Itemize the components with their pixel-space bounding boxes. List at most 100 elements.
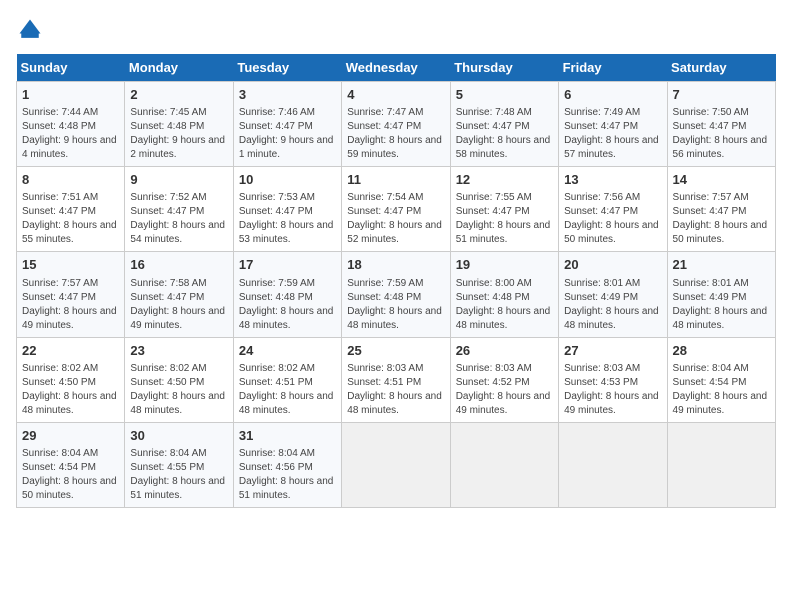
sunrise-info: Sunrise: 7:54 AM [347, 192, 423, 203]
calendar-day-cell: 12 Sunrise: 7:55 AM Sunset: 4:47 PM Dayl… [450, 167, 558, 252]
sunset-info: Sunset: 4:54 PM [673, 377, 747, 388]
calendar-day-cell: 28 Sunrise: 8:04 AM Sunset: 4:54 PM Dayl… [667, 337, 775, 422]
day-number: 23 [130, 342, 227, 360]
sunset-info: Sunset: 4:48 PM [347, 292, 421, 303]
daylight-info: Daylight: 8 hours and 49 minutes. [564, 391, 659, 416]
calendar-week-row: 29 Sunrise: 8:04 AM Sunset: 4:54 PM Dayl… [17, 422, 776, 507]
sunset-info: Sunset: 4:56 PM [239, 462, 313, 473]
daylight-info: Daylight: 8 hours and 48 minutes. [456, 306, 551, 331]
sunset-info: Sunset: 4:47 PM [239, 121, 313, 132]
calendar-day-cell: 6 Sunrise: 7:49 AM Sunset: 4:47 PM Dayli… [559, 82, 667, 167]
weekday-header: Thursday [450, 54, 558, 82]
day-number: 1 [22, 86, 119, 104]
day-number: 5 [456, 86, 553, 104]
sunset-info: Sunset: 4:54 PM [22, 462, 96, 473]
day-number: 21 [673, 256, 770, 274]
daylight-info: Daylight: 8 hours and 51 minutes. [456, 220, 551, 245]
daylight-info: Daylight: 8 hours and 50 minutes. [22, 476, 117, 501]
sunset-info: Sunset: 4:48 PM [456, 292, 530, 303]
sunrise-info: Sunrise: 8:00 AM [456, 278, 532, 289]
calendar-day-cell: 15 Sunrise: 7:57 AM Sunset: 4:47 PM Dayl… [17, 252, 125, 337]
day-number: 13 [564, 171, 661, 189]
sunrise-info: Sunrise: 8:03 AM [347, 363, 423, 374]
sunset-info: Sunset: 4:51 PM [239, 377, 313, 388]
day-number: 18 [347, 256, 444, 274]
day-number: 9 [130, 171, 227, 189]
sunrise-info: Sunrise: 7:59 AM [347, 278, 423, 289]
daylight-info: Daylight: 8 hours and 49 minutes. [22, 306, 117, 331]
sunset-info: Sunset: 4:52 PM [456, 377, 530, 388]
calendar-day-cell: 3 Sunrise: 7:46 AM Sunset: 4:47 PM Dayli… [233, 82, 341, 167]
weekday-header: Friday [559, 54, 667, 82]
sunrise-info: Sunrise: 7:51 AM [22, 192, 98, 203]
daylight-info: Daylight: 8 hours and 57 minutes. [564, 135, 659, 160]
day-number: 3 [239, 86, 336, 104]
day-number: 29 [22, 427, 119, 445]
daylight-info: Daylight: 8 hours and 51 minutes. [239, 476, 334, 501]
weekday-header: Wednesday [342, 54, 450, 82]
day-number: 7 [673, 86, 770, 104]
calendar-day-cell: 14 Sunrise: 7:57 AM Sunset: 4:47 PM Dayl… [667, 167, 775, 252]
daylight-info: Daylight: 8 hours and 56 minutes. [673, 135, 768, 160]
daylight-info: Daylight: 8 hours and 51 minutes. [130, 476, 225, 501]
sunset-info: Sunset: 4:47 PM [456, 121, 530, 132]
day-number: 2 [130, 86, 227, 104]
sunrise-info: Sunrise: 7:58 AM [130, 278, 206, 289]
sunset-info: Sunset: 4:48 PM [130, 121, 204, 132]
day-number: 16 [130, 256, 227, 274]
calendar-week-row: 22 Sunrise: 8:02 AM Sunset: 4:50 PM Dayl… [17, 337, 776, 422]
calendar-table: SundayMondayTuesdayWednesdayThursdayFrid… [16, 54, 776, 508]
calendar-week-row: 1 Sunrise: 7:44 AM Sunset: 4:48 PM Dayli… [17, 82, 776, 167]
calendar-day-cell: 22 Sunrise: 8:02 AM Sunset: 4:50 PM Dayl… [17, 337, 125, 422]
sunrise-info: Sunrise: 8:02 AM [239, 363, 315, 374]
day-number: 30 [130, 427, 227, 445]
day-number: 17 [239, 256, 336, 274]
sunrise-info: Sunrise: 8:03 AM [564, 363, 640, 374]
day-number: 31 [239, 427, 336, 445]
sunrise-info: Sunrise: 7:52 AM [130, 192, 206, 203]
sunrise-info: Sunrise: 8:03 AM [456, 363, 532, 374]
day-number: 6 [564, 86, 661, 104]
sunrise-info: Sunrise: 7:59 AM [239, 278, 315, 289]
day-number: 4 [347, 86, 444, 104]
sunset-info: Sunset: 4:49 PM [564, 292, 638, 303]
sunrise-info: Sunrise: 7:57 AM [673, 192, 749, 203]
sunrise-info: Sunrise: 7:47 AM [347, 107, 423, 118]
daylight-info: Daylight: 8 hours and 48 minutes. [673, 306, 768, 331]
daylight-info: Daylight: 8 hours and 59 minutes. [347, 135, 442, 160]
sunset-info: Sunset: 4:47 PM [564, 206, 638, 217]
sunrise-info: Sunrise: 7:46 AM [239, 107, 315, 118]
daylight-info: Daylight: 8 hours and 53 minutes. [239, 220, 334, 245]
day-number: 12 [456, 171, 553, 189]
calendar-day-cell: 19 Sunrise: 8:00 AM Sunset: 4:48 PM Dayl… [450, 252, 558, 337]
sunrise-info: Sunrise: 8:02 AM [130, 363, 206, 374]
calendar-day-cell: 30 Sunrise: 8:04 AM Sunset: 4:55 PM Dayl… [125, 422, 233, 507]
calendar-day-cell [450, 422, 558, 507]
day-number: 14 [673, 171, 770, 189]
calendar-day-cell: 29 Sunrise: 8:04 AM Sunset: 4:54 PM Dayl… [17, 422, 125, 507]
sunset-info: Sunset: 4:47 PM [347, 206, 421, 217]
daylight-info: Daylight: 8 hours and 58 minutes. [456, 135, 551, 160]
daylight-info: Daylight: 8 hours and 49 minutes. [673, 391, 768, 416]
sunset-info: Sunset: 4:47 PM [347, 121, 421, 132]
day-number: 26 [456, 342, 553, 360]
calendar-day-cell: 1 Sunrise: 7:44 AM Sunset: 4:48 PM Dayli… [17, 82, 125, 167]
calendar-day-cell [342, 422, 450, 507]
sunset-info: Sunset: 4:47 PM [673, 206, 747, 217]
sunset-info: Sunset: 4:47 PM [673, 121, 747, 132]
daylight-info: Daylight: 8 hours and 55 minutes. [22, 220, 117, 245]
calendar-day-cell: 25 Sunrise: 8:03 AM Sunset: 4:51 PM Dayl… [342, 337, 450, 422]
sunset-info: Sunset: 4:50 PM [22, 377, 96, 388]
day-number: 24 [239, 342, 336, 360]
calendar-header-row: SundayMondayTuesdayWednesdayThursdayFrid… [17, 54, 776, 82]
day-number: 8 [22, 171, 119, 189]
sunset-info: Sunset: 4:50 PM [130, 377, 204, 388]
sunrise-info: Sunrise: 7:53 AM [239, 192, 315, 203]
weekday-header: Tuesday [233, 54, 341, 82]
day-number: 28 [673, 342, 770, 360]
day-number: 15 [22, 256, 119, 274]
calendar-day-cell: 26 Sunrise: 8:03 AM Sunset: 4:52 PM Dayl… [450, 337, 558, 422]
calendar-day-cell: 20 Sunrise: 8:01 AM Sunset: 4:49 PM Dayl… [559, 252, 667, 337]
sunrise-info: Sunrise: 8:01 AM [564, 278, 640, 289]
sunset-info: Sunset: 4:47 PM [239, 206, 313, 217]
